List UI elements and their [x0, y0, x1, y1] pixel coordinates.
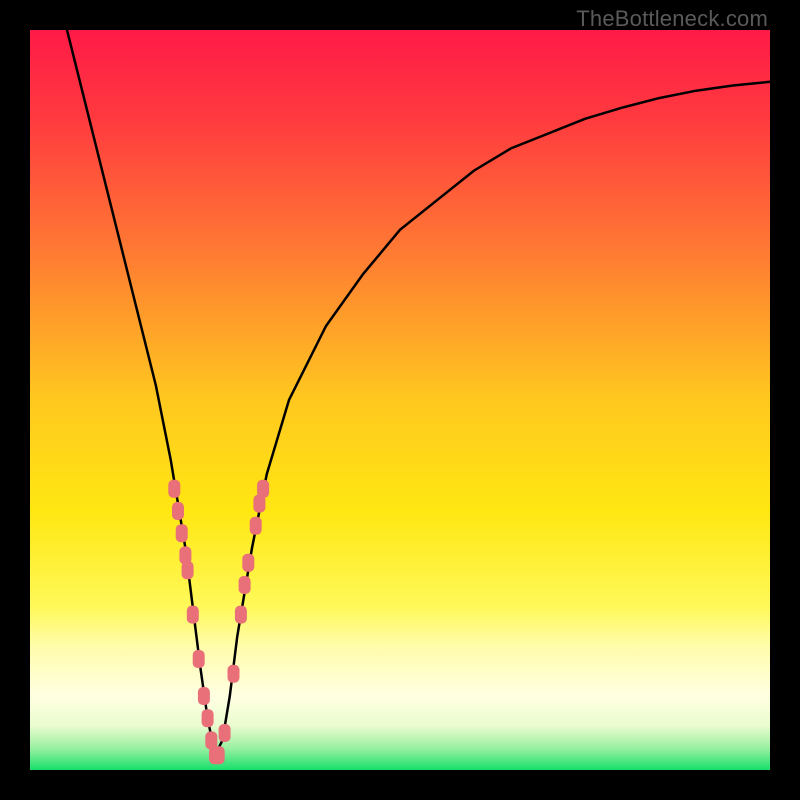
- curve-marker: [198, 687, 210, 705]
- curve-marker: [202, 709, 214, 727]
- bottleneck-curve-svg: [30, 30, 770, 770]
- curve-marker: [219, 724, 231, 742]
- curve-marker: [168, 480, 180, 498]
- curve-marker: [228, 665, 240, 683]
- curve-marker: [235, 606, 247, 624]
- curve-marker: [172, 502, 184, 520]
- curve-marker: [213, 746, 225, 764]
- plot-area: [30, 30, 770, 770]
- curve-marker: [242, 554, 254, 572]
- chart-frame: TheBottleneck.com: [0, 0, 800, 800]
- curve-marker: [257, 480, 269, 498]
- curve-marker: [193, 650, 205, 668]
- curve-marker: [182, 561, 194, 579]
- curve-marker: [239, 576, 251, 594]
- watermark-text: TheBottleneck.com: [576, 6, 768, 32]
- bottleneck-curve: [67, 30, 770, 755]
- curve-marker: [250, 517, 262, 535]
- curve-marker: [176, 524, 188, 542]
- curve-marker: [187, 606, 199, 624]
